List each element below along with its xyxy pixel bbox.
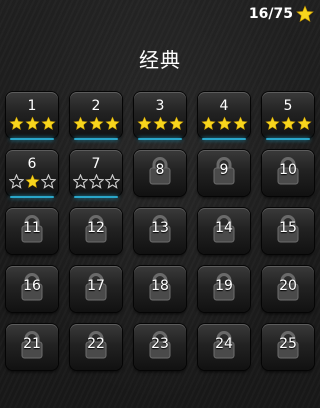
level-number: 6: [27, 156, 37, 172]
level-stars: [262, 116, 314, 131]
level-number: 17: [87, 278, 105, 294]
locked-level-button[interactable]: 12: [70, 208, 122, 254]
locked-level-button[interactable]: 19: [198, 266, 250, 312]
locked-level-button[interactable]: 9: [198, 150, 250, 196]
level-number: 7: [91, 156, 101, 172]
level-grid: 1 2 3 4 5 6 7 8 9 10 11 12 13 14 15 16 17 18 19 20 21 22 23 24 2…: [6, 92, 314, 370]
level-number: 13: [151, 220, 169, 236]
level-button[interactable]: 4: [198, 92, 250, 140]
star-filled-icon: [72, 116, 88, 131]
level-number: 24: [215, 336, 233, 352]
locked-level-button[interactable]: 20: [262, 266, 314, 312]
star-empty-icon: [88, 174, 104, 189]
star-empty-icon: [104, 174, 120, 189]
star-filled-icon: [200, 116, 216, 131]
level-number: 2: [91, 98, 101, 114]
star-counter: 16/75: [249, 5, 314, 23]
level-number: 16: [23, 278, 41, 294]
level-number: 11: [23, 220, 41, 236]
star-empty-icon: [40, 174, 56, 189]
level-stars: [198, 116, 250, 131]
level-button[interactable]: 1: [6, 92, 58, 140]
star-filled-icon: [296, 116, 312, 131]
locked-level-button[interactable]: 10: [262, 150, 314, 196]
locked-level-button[interactable]: 11: [6, 208, 58, 254]
level-number: 18: [151, 278, 169, 294]
level-number: 19: [215, 278, 233, 294]
star-filled-icon: [232, 116, 248, 131]
level-number: 9: [219, 162, 229, 178]
level-stars: [134, 116, 186, 131]
locked-level-button[interactable]: 17: [70, 266, 122, 312]
level-button[interactable]: 7: [70, 150, 122, 198]
page-title: 经典: [139, 48, 181, 72]
star-empty-icon: [72, 174, 88, 189]
star-filled-icon: [104, 116, 120, 131]
level-number: 22: [87, 336, 105, 352]
locked-level-button[interactable]: 15: [262, 208, 314, 254]
star-filled-icon: [88, 116, 104, 131]
star-icon: [296, 5, 314, 22]
level-number: 3: [155, 98, 165, 114]
star-filled-icon: [40, 116, 56, 131]
level-button[interactable]: 3: [134, 92, 186, 140]
star-filled-icon: [24, 174, 40, 189]
star-filled-icon: [264, 116, 280, 131]
level-number: 15: [279, 220, 297, 236]
level-stars: [70, 174, 122, 189]
level-number: 25: [279, 336, 297, 352]
star-count-label: 16/75: [248, 6, 293, 22]
level-button[interactable]: 2: [70, 92, 122, 140]
level-number: 14: [215, 220, 233, 236]
level-stars: [6, 174, 58, 189]
locked-level-button[interactable]: 25: [262, 324, 314, 370]
star-filled-icon: [168, 116, 184, 131]
level-button[interactable]: 6: [6, 150, 58, 198]
star-empty-icon: [8, 174, 24, 189]
level-number: 23: [151, 336, 169, 352]
level-number: 10: [279, 162, 297, 178]
level-number: 20: [279, 278, 297, 294]
level-number: 5: [283, 98, 293, 114]
locked-level-button[interactable]: 16: [6, 266, 58, 312]
level-number: 8: [155, 162, 165, 178]
star-filled-icon: [216, 116, 232, 131]
locked-level-button[interactable]: 8: [134, 150, 186, 196]
level-number: 4: [219, 98, 229, 114]
level-number: 1: [27, 98, 37, 114]
locked-level-button[interactable]: 23: [134, 324, 186, 370]
locked-level-button[interactable]: 24: [198, 324, 250, 370]
level-number: 12: [87, 220, 105, 236]
star-filled-icon: [24, 116, 40, 131]
locked-level-button[interactable]: 21: [6, 324, 58, 370]
locked-level-button[interactable]: 13: [134, 208, 186, 254]
level-number: 21: [23, 336, 41, 352]
locked-level-button[interactable]: 22: [70, 324, 122, 370]
star-filled-icon: [152, 116, 168, 131]
star-filled-icon: [280, 116, 296, 131]
star-filled-icon: [136, 116, 152, 131]
star-filled-icon: [8, 116, 24, 131]
locked-level-button[interactable]: 14: [198, 208, 250, 254]
level-stars: [70, 116, 122, 131]
locked-level-button[interactable]: 18: [134, 266, 186, 312]
level-stars: [6, 116, 58, 131]
level-button[interactable]: 5: [262, 92, 314, 140]
